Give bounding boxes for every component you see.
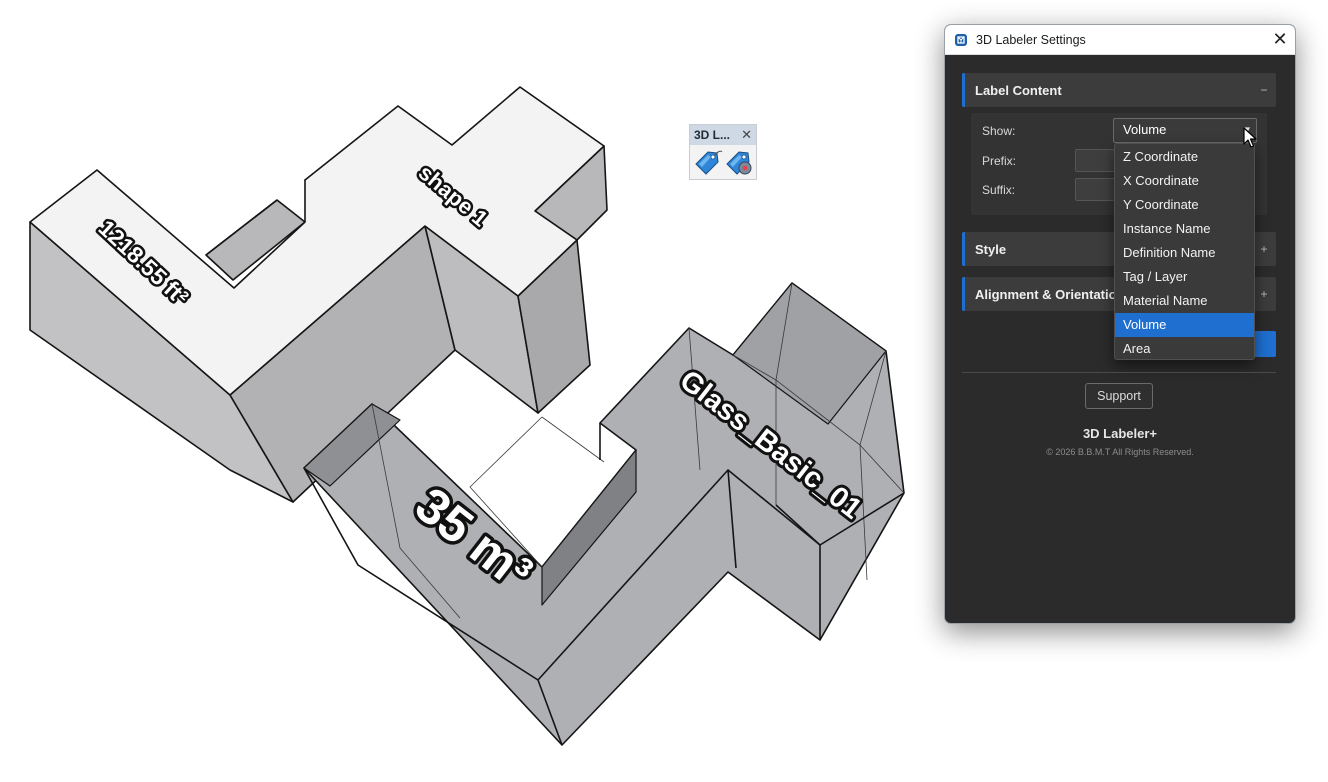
section-title: Label Content <box>975 82 1062 98</box>
blue-tag-icon[interactable] <box>693 147 723 177</box>
divider <box>962 372 1276 373</box>
labeler-toolbar[interactable]: 3D L... ✕ <box>689 124 757 180</box>
dropdown-option[interactable]: Z Coordinate <box>1115 145 1254 169</box>
close-icon[interactable]: ✕ <box>1265 29 1295 50</box>
window-titlebar[interactable]: 3D Labeler Settings ✕ <box>945 25 1295 55</box>
show-label: Show: <box>982 124 1016 138</box>
show-select-value: Volume <box>1123 122 1167 137</box>
show-dropdown-list[interactable]: Z Coordinate X Coordinate Y Coordinate I… <box>1114 143 1255 360</box>
brand-name: 3D Labeler+ <box>1082 426 1158 441</box>
prefix-label: Prefix: <box>982 154 1017 168</box>
dropdown-option[interactable]: Instance Name <box>1115 217 1254 241</box>
suffix-input[interactable] <box>1075 178 1115 201</box>
dropdown-option[interactable]: Definition Name <box>1115 241 1254 265</box>
suffix-label: Suffix: <box>982 183 1016 197</box>
show-select[interactable]: Volume ▾ <box>1113 118 1257 143</box>
toolbar-close-icon[interactable]: ✕ <box>741 127 752 143</box>
expand-icon[interactable]: + <box>1252 287 1276 301</box>
dropdown-option[interactable]: X Coordinate <box>1115 169 1254 193</box>
toolbar-header[interactable]: 3D L... ✕ <box>690 125 756 145</box>
mouse-cursor-icon <box>1243 127 1257 148</box>
toolbar-title: 3D L... <box>694 128 731 142</box>
dropdown-option[interactable]: Area <box>1115 337 1254 361</box>
prefix-input[interactable] <box>1075 149 1115 172</box>
tag-gear-icon[interactable] <box>724 147 754 177</box>
solid-shape-1[interactable] <box>29 86 608 503</box>
section-label-content[interactable]: Label Content − <box>962 73 1276 107</box>
dropdown-option[interactable]: Tag / Layer <box>1115 265 1254 289</box>
dropdown-option[interactable]: Material Name <box>1115 289 1254 313</box>
window-title: 3D Labeler Settings <box>976 32 1086 47</box>
sketchup-icon <box>955 33 967 46</box>
dropdown-option[interactable]: Y Coordinate <box>1115 193 1254 217</box>
collapse-icon[interactable]: − <box>1252 83 1276 97</box>
copyright-text: © 2026 B.B.M.T All Rights Reserved. <box>1046 447 1194 457</box>
support-button[interactable]: Support <box>1085 383 1153 409</box>
dropdown-option-selected[interactable]: Volume <box>1115 313 1254 337</box>
settings-window[interactable]: 3D Labeler Settings ✕ Label Content − Sh… <box>944 24 1296 624</box>
expand-icon[interactable]: + <box>1252 242 1276 256</box>
